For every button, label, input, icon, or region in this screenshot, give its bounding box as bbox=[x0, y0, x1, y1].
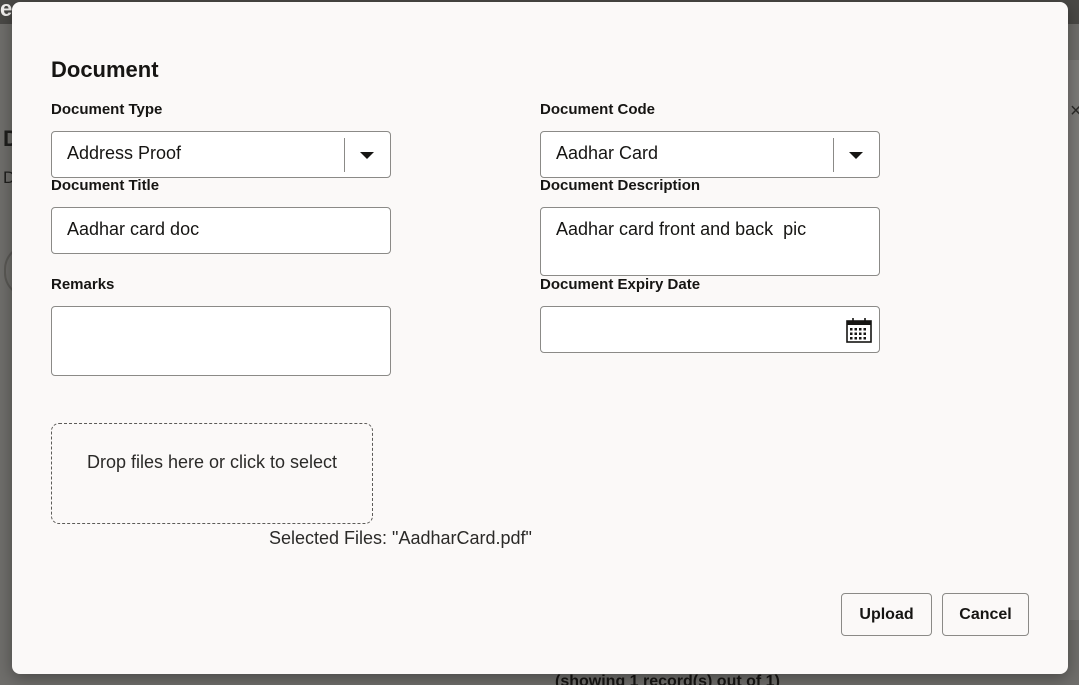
document-code-value: Aadhar Card bbox=[556, 143, 659, 163]
background-record-count: (showing 1 record(s) out of 1) bbox=[555, 673, 780, 685]
document-type-value: Address Proof bbox=[67, 143, 182, 163]
document-code-select[interactable]: Aadhar Card bbox=[540, 131, 880, 178]
caret-down-icon[interactable] bbox=[360, 152, 374, 159]
document-expiry-date-label: Document Expiry Date bbox=[540, 276, 701, 293]
dropzone-text: Drop files here or click to select bbox=[86, 452, 338, 472]
document-title-label: Document Title bbox=[51, 177, 160, 194]
remarks-textarea[interactable] bbox=[51, 306, 391, 376]
select-divider bbox=[344, 138, 345, 172]
document-description-label: Document Description bbox=[540, 177, 701, 194]
caret-down-icon[interactable] bbox=[849, 152, 863, 159]
document-expiry-date-input[interactable] bbox=[540, 306, 880, 353]
upload-button[interactable]: Upload bbox=[841, 593, 932, 636]
remarks-label: Remarks bbox=[51, 276, 115, 293]
document-dialog: Document Document Type Address Proof Doc… bbox=[12, 2, 1068, 674]
document-type-label: Document Type bbox=[51, 101, 163, 118]
file-dropzone[interactable]: Drop files here or click to select bbox=[51, 423, 373, 524]
calendar-icon[interactable] bbox=[845, 316, 873, 344]
document-title-value: Aadhar card doc bbox=[67, 219, 200, 239]
document-description-textarea[interactable]: Aadhar card front and back pic bbox=[540, 207, 880, 276]
document-code-label: Document Code bbox=[540, 101, 656, 118]
document-type-select[interactable]: Address Proof bbox=[51, 131, 391, 178]
document-description-value: Aadhar card front and back pic bbox=[556, 219, 807, 239]
document-title-input[interactable]: Aadhar card doc bbox=[51, 207, 391, 254]
background-close-icon: × bbox=[1070, 100, 1079, 122]
selected-files-text: Selected Files: "AadharCard.pdf" bbox=[269, 528, 532, 548]
background-title-fragment: e bbox=[0, 0, 13, 21]
cancel-button[interactable]: Cancel bbox=[942, 593, 1029, 636]
select-divider bbox=[833, 138, 834, 172]
dialog-title: Document bbox=[51, 57, 159, 82]
